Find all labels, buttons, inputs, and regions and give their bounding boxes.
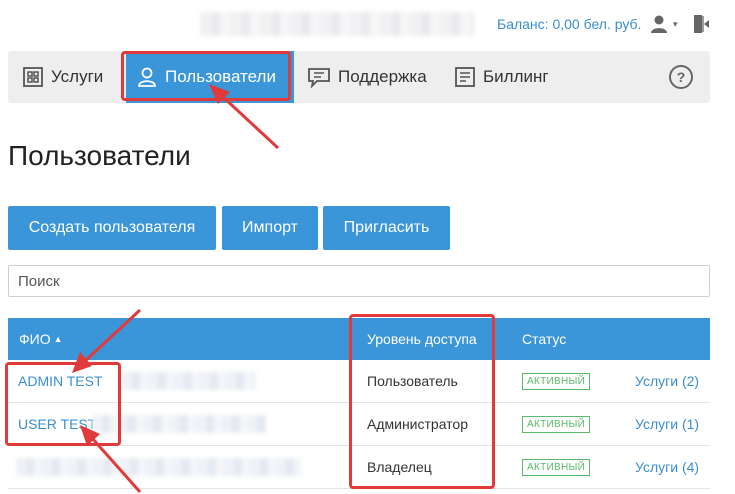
annotation-box-user-names [5, 362, 121, 446]
create-user-button[interactable]: Создать пользователя [8, 206, 216, 250]
nav-item-billing[interactable]: Биллинг [454, 51, 549, 103]
arrow-to-users-tab [220, 94, 280, 150]
services-link[interactable]: Услуги (2) [635, 373, 699, 389]
logout-icon[interactable] [692, 14, 710, 34]
nav-label-billing: Биллинг [483, 67, 549, 86]
main-nav: Услуги Пользователи Поддержка Биллинг ? [8, 51, 710, 103]
column-header-status: Статус [522, 331, 567, 347]
nav-item-services[interactable]: Услуги [22, 51, 103, 103]
top-bar: Баланс: 0,00 бел. руб. ▾ [0, 12, 735, 38]
account-name-redacted [200, 12, 475, 36]
services-link[interactable]: Услуги (1) [635, 416, 699, 432]
sort-asc-icon: ▲ [53, 334, 63, 344]
nav-item-support[interactable]: Поддержка [307, 51, 427, 103]
invite-button[interactable]: Пригласить [323, 206, 450, 250]
balance-link[interactable]: Баланс: 0,00 бел. руб. [497, 16, 641, 32]
status-badge: АКТИВНЫЙ [522, 372, 591, 390]
column-header-name[interactable]: ФИО ▲ [19, 318, 63, 360]
billing-document-icon [455, 67, 475, 87]
page-title: Пользователи [8, 140, 191, 171]
services-grid-icon [23, 67, 43, 87]
user-name-redacted [16, 458, 302, 476]
column-header-name-label: ФИО [19, 331, 51, 347]
annotation-box-access-levels [349, 314, 495, 489]
email-redacted [122, 372, 256, 390]
services-link[interactable]: Услуги (4) [635, 459, 699, 475]
chevron-down-icon[interactable]: ▾ [673, 19, 678, 30]
search-input[interactable] [8, 265, 710, 297]
status-badge: АКТИВНЫЙ [522, 458, 591, 476]
nav-label-support: Поддержка [338, 67, 427, 86]
import-button[interactable]: Импорт [222, 206, 318, 250]
help-circle-icon[interactable]: ? [668, 64, 694, 90]
status-badge: АКТИВНЫЙ [522, 415, 591, 433]
nav-label-services: Услуги [51, 67, 104, 86]
annotation-box-users-tab [121, 51, 291, 101]
user-account-icon[interactable] [650, 14, 668, 34]
chat-bubble-icon [308, 68, 330, 88]
svg-text:?: ? [677, 69, 686, 85]
